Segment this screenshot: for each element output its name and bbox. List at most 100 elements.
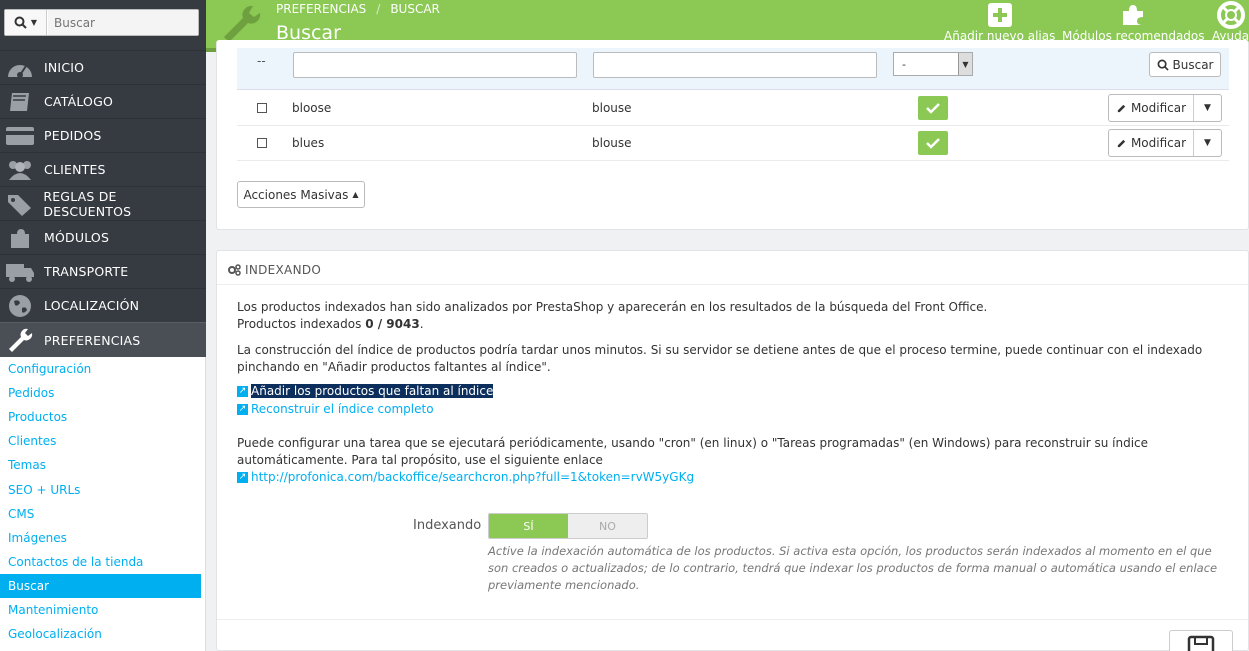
search-icon	[1157, 59, 1169, 71]
caret-down-icon[interactable]: ▼	[1194, 130, 1221, 156]
add-missing-products-label: Añadir los productos que faltan al índic…	[251, 384, 494, 398]
cron-description: Puede configurar una tarea que se ejecut…	[237, 436, 1149, 467]
book-icon	[0, 85, 40, 119]
caret-down-icon: ▼	[30, 18, 38, 27]
submenu-item[interactable]: Configuración	[0, 357, 205, 381]
sidebar-item-transporte[interactable]: TRANSPORTE	[0, 254, 206, 288]
sidebar-item-inicio[interactable]: INICIO	[0, 50, 206, 84]
filter-search-input[interactable]	[593, 52, 877, 78]
status-toggle[interactable]	[918, 131, 948, 155]
filter-row: -- - ▼ Buscar	[237, 48, 1229, 90]
row-checkbox[interactable]	[257, 138, 267, 148]
indexing-panel: INDEXANDO Los productos indexados han si…	[216, 250, 1249, 651]
sidebar-item-label: CLIENTES	[44, 162, 106, 177]
cron-url-link[interactable]: ↗ http://profonica.com/backoffice/search…	[237, 470, 694, 484]
submenu-item[interactable]: SEO + URLs	[0, 477, 205, 501]
submenu-item[interactable]: Productos	[0, 405, 205, 429]
indexing-toggle[interactable]: SÍ NO	[488, 513, 648, 539]
row-actions: Modificar ▼	[1108, 129, 1222, 157]
alias-list-panel: -- - ▼ Buscar bloose blouse Modificar ▼ …	[216, 40, 1249, 230]
divider	[217, 619, 1248, 620]
breadcrumb-item[interactable]: BUSCAR	[390, 2, 440, 16]
dashboard-icon	[0, 51, 40, 85]
search-type-button[interactable]: ▼	[5, 10, 47, 35]
submenu-item[interactable]: Mantenimiento	[0, 598, 205, 622]
edit-label: Modificar	[1130, 136, 1187, 150]
indexing-help-text: Active la indexación automática de los p…	[488, 544, 1218, 592]
toggle-off[interactable]: NO	[568, 514, 647, 538]
rebuild-index-label: Reconstruir el índice completo	[251, 402, 434, 416]
add-missing-products-link[interactable]: ↗ Añadir los productos que faltan al índ…	[237, 384, 494, 398]
rebuild-index-link[interactable]: ↗ Reconstruir el índice completo	[237, 402, 434, 416]
sidebar-item-reglas[interactable]: REGLAS DE DESCUENTOS	[0, 186, 206, 220]
plus-square-icon	[987, 1, 1012, 29]
credit-card-icon	[0, 119, 40, 153]
filter-dots: --	[257, 54, 266, 68]
users-icon	[0, 153, 40, 187]
row-actions: Modificar ▼	[1108, 94, 1222, 122]
submenu-item[interactable]: Pedidos	[0, 381, 205, 405]
submenu-item[interactable]: Imágenes	[0, 526, 205, 550]
globe-icon	[0, 289, 40, 323]
recommended-modules-button[interactable]: Módulos recomendados	[1062, 0, 1205, 43]
search-input[interactable]	[48, 10, 198, 35]
indexed-suffix: .	[419, 317, 424, 331]
submenu-item[interactable]: Temas	[0, 453, 205, 477]
cogs-icon	[228, 264, 241, 276]
check-icon	[926, 103, 940, 114]
filter-status-select[interactable]: - ▼	[893, 52, 973, 76]
toggle-on[interactable]: SÍ	[489, 514, 568, 538]
sidebar-item-label: PREFERENCIAS	[44, 332, 141, 348]
submenu-item[interactable]: Geolocalización	[0, 622, 205, 646]
search-button[interactable]: Buscar	[1149, 52, 1221, 77]
truck-icon	[0, 255, 40, 289]
caret-down-icon: ▼	[958, 53, 972, 75]
status-toggle[interactable]	[918, 96, 948, 120]
search-icon	[14, 16, 27, 29]
sidebar-item-label: MÓDULOS	[44, 230, 110, 245]
divider	[217, 284, 1248, 285]
table-row: blues blouse Modificar ▼	[237, 126, 1229, 161]
sidebar: ▼ INICIO CATÁLOGO PEDIDOS CLIENTES REGLA…	[0, 0, 206, 651]
sidebar-item-modulos[interactable]: MÓDULOS	[0, 220, 206, 254]
indexing-toggle-label: Indexando	[413, 518, 482, 533]
edit-label: Modificar	[1130, 101, 1187, 115]
row-checkbox[interactable]	[257, 103, 267, 113]
indexing-description: Los productos indexados han sido analiza…	[237, 299, 1227, 333]
external-link-icon: ↗	[237, 385, 248, 397]
main-menu: INICIO CATÁLOGO PEDIDOS CLIENTES REGLAS …	[0, 50, 206, 357]
tags-icon	[0, 187, 39, 221]
caret-down-icon[interactable]: ▼	[1194, 95, 1221, 121]
bulk-actions-button[interactable]: Acciones Masivas ▲	[237, 181, 365, 208]
submenu: Configuración Pedidos Productos Clientes…	[0, 357, 206, 651]
submenu-item[interactable]: Contactos de la tienda	[0, 550, 205, 574]
edit-button[interactable]: Modificar	[1109, 95, 1194, 121]
table-row: bloose blouse Modificar ▼	[237, 91, 1229, 126]
breadcrumb: PREFERENCIAS / BUSCAR	[276, 2, 440, 16]
submenu-item-active[interactable]: Buscar	[0, 573, 201, 598]
check-icon	[926, 138, 940, 149]
search-cell: blouse	[592, 101, 632, 115]
panel-heading: INDEXANDO	[227, 261, 321, 279]
puzzle-icon	[1120, 1, 1146, 29]
submenu-item[interactable]: CMS	[0, 502, 205, 526]
search-button-label: Buscar	[1172, 57, 1214, 72]
indexing-line-2: Productos indexados 0 / 9043.	[237, 316, 1227, 333]
help-button[interactable]: Ayuda	[1212, 0, 1249, 43]
save-button[interactable]	[1169, 630, 1233, 651]
submenu-item[interactable]: Clientes	[0, 429, 205, 453]
filter-alias-input[interactable]	[293, 52, 577, 78]
sidebar-item-pedidos[interactable]: PEDIDOS	[0, 118, 206, 152]
search-cell: blouse	[592, 136, 632, 150]
alias-cell: bloose	[292, 101, 332, 115]
edit-button[interactable]: Modificar	[1109, 130, 1194, 156]
sidebar-item-localizacion[interactable]: LOCALIZACIÓN	[0, 288, 206, 322]
lifebuoy-icon	[1216, 1, 1245, 29]
breadcrumb-item[interactable]: PREFERENCIAS	[276, 2, 366, 16]
breadcrumb-separator: /	[376, 2, 381, 16]
add-alias-button[interactable]: Añadir nuevo alias	[944, 0, 1055, 43]
sidebar-item-label: REGLAS DE DESCUENTOS	[43, 188, 132, 219]
sidebar-item-clientes[interactable]: CLIENTES	[0, 152, 206, 186]
sidebar-item-catalogo[interactable]: CATÁLOGO	[0, 84, 206, 118]
sidebar-item-preferencias[interactable]: PREFERENCIAS	[0, 322, 206, 357]
